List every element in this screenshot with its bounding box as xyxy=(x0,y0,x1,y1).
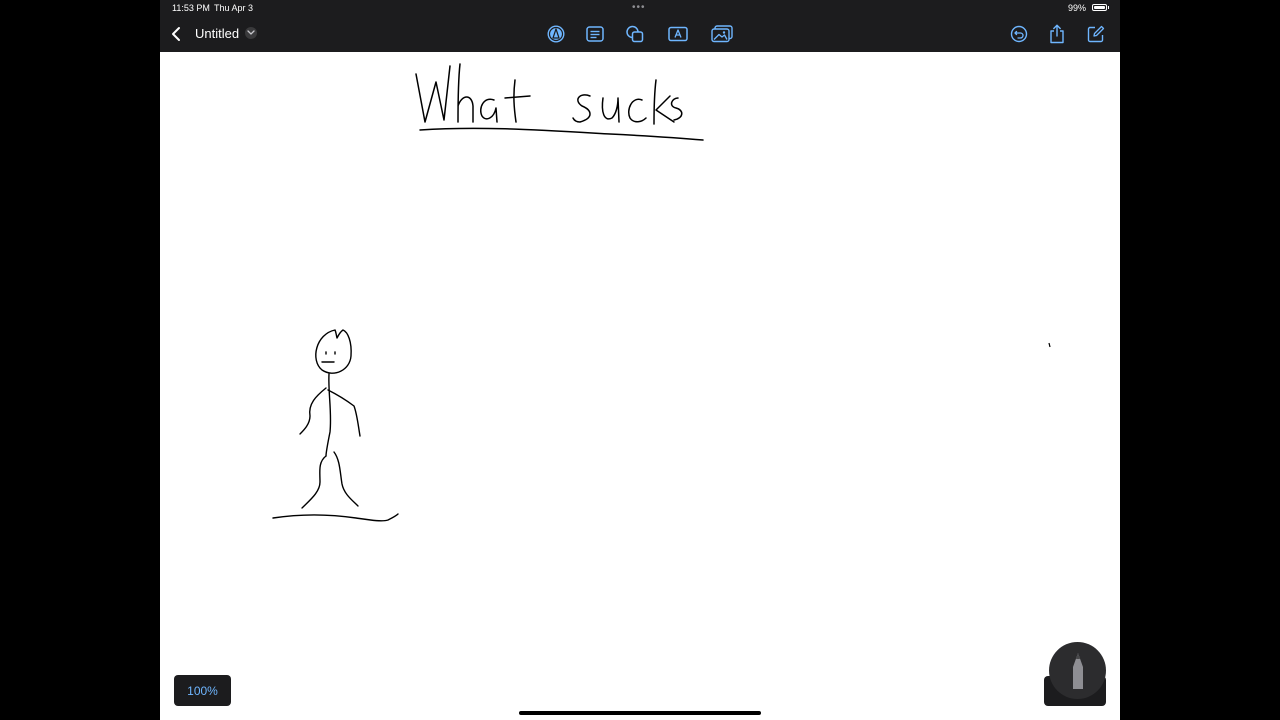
undo-icon xyxy=(1010,25,1028,43)
stick-figure xyxy=(272,329,399,522)
image-icon xyxy=(711,25,733,43)
toolbar: Untitled xyxy=(160,17,1120,52)
ipad-screen: 11:53 PM Thu Apr 3 ••• 99% Untitled 100% xyxy=(160,0,1120,720)
share-icon xyxy=(1050,24,1064,44)
pen-tool-icon xyxy=(547,25,565,43)
pencil-icon xyxy=(1072,652,1083,689)
image-button[interactable] xyxy=(709,22,735,46)
ground-line xyxy=(272,513,399,522)
text-block-icon xyxy=(586,26,604,42)
apple-pencil-button[interactable] xyxy=(1049,642,1106,699)
back-button[interactable] xyxy=(163,22,189,46)
pen-tool-button[interactable] xyxy=(543,22,569,46)
handwritten-title xyxy=(415,63,704,141)
battery-tip xyxy=(1108,6,1109,9)
stick-figure-leg-left xyxy=(301,455,327,509)
shapes-icon xyxy=(626,25,644,43)
title-menu-button[interactable] xyxy=(245,27,257,39)
stick-figure-arm-left xyxy=(299,387,327,435)
battery-icon xyxy=(1092,4,1107,11)
stick-figure-leg-right xyxy=(333,451,359,507)
chevron-down-icon xyxy=(247,30,255,35)
share-button[interactable] xyxy=(1044,22,1070,46)
stray-ink-dot xyxy=(1048,342,1051,348)
text-box-button[interactable] xyxy=(665,22,691,46)
home-indicator[interactable] xyxy=(519,711,761,715)
ink-layer xyxy=(272,63,1051,522)
battery-percent: 99% xyxy=(1068,3,1087,13)
stick-figure-arm-right xyxy=(327,389,361,437)
shapes-button[interactable] xyxy=(622,22,648,46)
drawing-canvas[interactable]: 100% xyxy=(160,52,1120,720)
document-title[interactable]: Untitled xyxy=(195,26,239,41)
status-time: 11:53 PM xyxy=(172,3,210,13)
compose-button[interactable] xyxy=(1083,22,1109,46)
text-block-button[interactable] xyxy=(582,22,608,46)
zoom-level-button[interactable]: 100% xyxy=(174,675,231,706)
status-bar: 11:53 PM Thu Apr 3 ••• 99% xyxy=(160,0,1120,17)
stick-figure-body xyxy=(325,373,332,457)
status-date: Thu Apr 3 xyxy=(214,3,254,13)
text-box-icon xyxy=(668,26,688,42)
compose-icon xyxy=(1087,25,1105,43)
multitasking-dots-icon[interactable]: ••• xyxy=(632,2,646,13)
back-icon xyxy=(172,27,180,41)
undo-button[interactable] xyxy=(1006,22,1032,46)
stick-figure-head xyxy=(315,329,352,374)
